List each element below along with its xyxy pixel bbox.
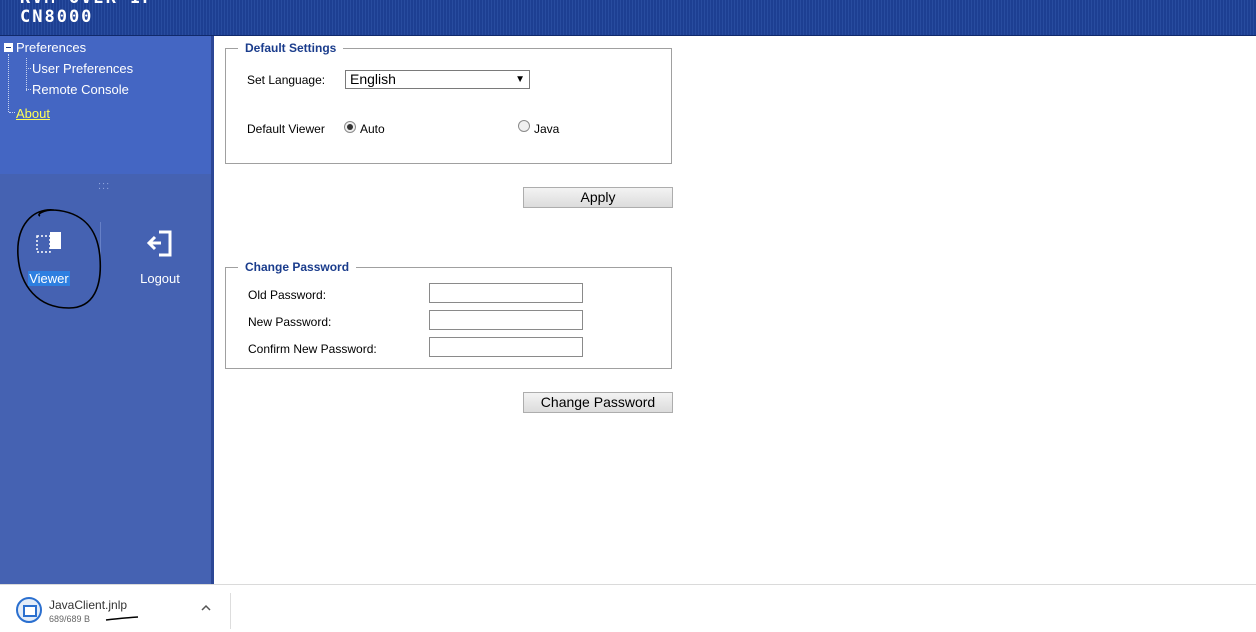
sidebar-divider[interactable] — [211, 36, 214, 584]
app-header: KVM OVER IP CN8000 — [0, 0, 1256, 36]
download-file-name: JavaClient.jnlp — [49, 598, 128, 612]
tree-connector — [8, 54, 9, 112]
model-name: CN8000 — [20, 7, 94, 27]
tree-item-preferences[interactable]: Preferences — [4, 40, 86, 55]
collapse-icon[interactable] — [4, 43, 13, 52]
viewer-auto-label: Auto — [360, 122, 385, 136]
tree-connector — [26, 89, 31, 90]
viewer-java-radio[interactable] — [518, 120, 530, 132]
viewer-java-label: Java — [534, 122, 560, 136]
default-settings-legend: Default Settings — [245, 41, 337, 55]
tree-item-remote-console[interactable]: Remote Console — [32, 82, 129, 97]
default-settings-group: Default Settings — [225, 41, 672, 164]
redaction-scribble — [105, 616, 139, 621]
viewer-auto-radio[interactable] — [344, 121, 356, 133]
sidebar-tree-panel: Preferences User Preferences Remote Cons… — [0, 36, 211, 174]
apply-button[interactable]: Apply — [523, 187, 673, 208]
tree-item-about[interactable]: About — [16, 106, 50, 121]
download-item[interactable]: JavaClient.jnlp 689/689 B — [0, 585, 230, 632]
download-file-size: 689/689 B — [49, 614, 91, 624]
tree-connector — [26, 58, 27, 91]
tree-item-label: Preferences — [16, 40, 87, 55]
hand-drawn-circle-annotation — [17, 209, 102, 309]
change-password-button[interactable]: Change Password — [523, 392, 673, 413]
confirm-password-label: Confirm New Password: — [248, 342, 377, 356]
chevron-up-icon[interactable] — [199, 601, 213, 615]
default-viewer-label: Default Viewer — [247, 122, 325, 136]
sidebar-tools-panel: ::: Viewer Logout — [0, 174, 211, 584]
logout-icon — [146, 230, 172, 257]
download-bar-divider — [230, 593, 231, 629]
tree-connector — [9, 112, 15, 113]
new-password-input[interactable] — [429, 310, 583, 330]
old-password-input[interactable] — [429, 283, 583, 303]
confirm-password-input[interactable] — [429, 337, 583, 357]
tree-item-user-preferences[interactable]: User Preferences — [32, 61, 133, 76]
dropdown-arrow-icon: ▼ — [515, 74, 525, 85]
logout-button[interactable]: Logout — [125, 216, 195, 286]
logout-label: Logout — [140, 271, 180, 286]
download-bar: JavaClient.jnlp 689/689 B — [0, 584, 1256, 631]
old-password-label: Old Password: — [248, 288, 327, 302]
panel-resize-grip[interactable]: ::: — [98, 180, 110, 192]
java-file-icon — [16, 597, 42, 623]
language-label: Set Language: — [247, 73, 326, 87]
language-select[interactable]: English ▼ — [345, 70, 530, 89]
tree-connector — [26, 68, 31, 69]
new-password-label: New Password: — [248, 315, 332, 329]
change-password-legend: Change Password — [245, 260, 350, 274]
language-selected-value: English — [350, 71, 396, 87]
